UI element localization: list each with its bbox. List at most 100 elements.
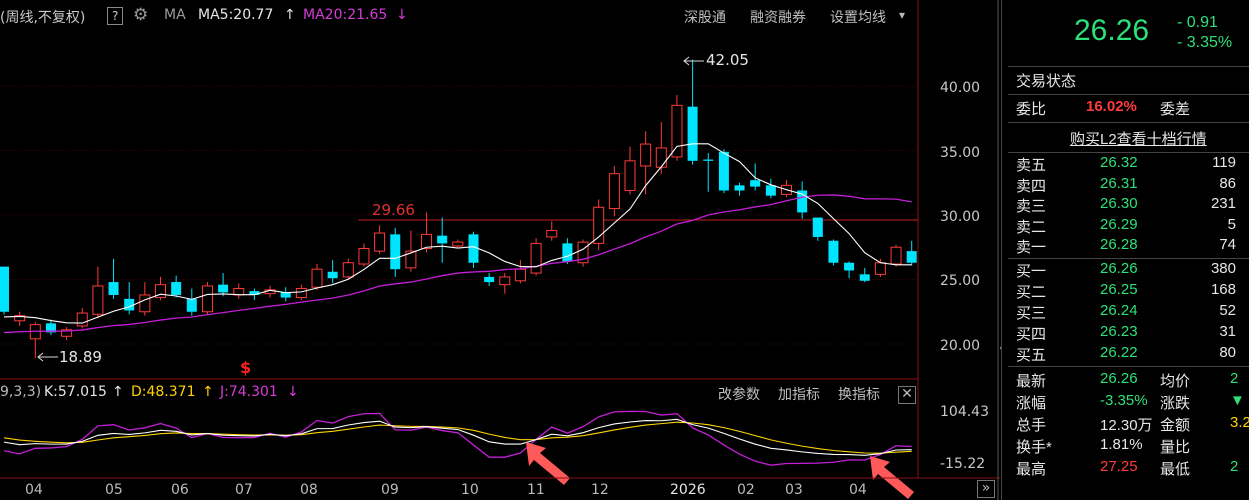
candle	[655, 147, 667, 168]
x-tick: 07	[235, 482, 253, 498]
low-annotation: 18.89	[59, 348, 102, 366]
ask-row-price[interactable]: 26.28	[1100, 236, 1138, 256]
bid-row-volume: 380	[1210, 260, 1236, 277]
stat-label: 总手	[1016, 417, 1047, 434]
bid-row-price[interactable]: 26.26	[1100, 260, 1138, 280]
candle	[108, 282, 119, 295]
scroll-right-icon[interactable]: »	[977, 480, 995, 498]
candle	[546, 229, 558, 238]
kdj-params[interactable]: 9,3,3)	[0, 384, 41, 400]
bid-row-price[interactable]: 26.23	[1100, 323, 1138, 343]
bid-row-price[interactable]: 26.22	[1100, 344, 1138, 364]
stat-value: 26.26	[1100, 370, 1138, 387]
stat-value: -3.35%	[1100, 392, 1148, 409]
weicha-label: 委差	[1160, 101, 1191, 118]
candle	[718, 151, 729, 191]
ask-row-label: 卖五	[1016, 157, 1047, 174]
chart-toolbar: (周线,不复权) ? ⚙ MA MA5:20.77 ↑ MA20:21.65 ↓…	[0, 0, 1000, 32]
bid-row-volume: 80	[1219, 344, 1236, 361]
kdj-j-line	[3, 410, 912, 466]
bid-row-price[interactable]: 26.24	[1100, 302, 1138, 322]
current-price: 26.26	[1074, 14, 1150, 47]
candle	[593, 206, 605, 244]
candle	[0, 266, 9, 312]
edit-params-button[interactable]: 改参数	[718, 384, 760, 404]
kdj-j-arrow-icon: ↓	[287, 384, 299, 400]
candle	[640, 143, 652, 167]
ask-row-label: 卖二	[1016, 218, 1047, 236]
kdj-k-arrow-icon: ↑	[112, 384, 124, 400]
switch-indicator-button[interactable]: 换指标	[838, 384, 880, 404]
ask-row-price[interactable]: 26.30	[1100, 195, 1138, 215]
low-arrow-icon	[37, 352, 58, 362]
ask-row-volume: 86	[1219, 174, 1236, 192]
ma-settings-link[interactable]: 设置均线	[830, 7, 886, 27]
dollar-marker-icon[interactable]: $	[240, 358, 251, 377]
stat-label: 最新	[1016, 373, 1047, 390]
candle	[186, 298, 197, 312]
ask-row-volume: 74	[1219, 236, 1236, 253]
candle	[812, 217, 823, 237]
candle	[201, 285, 213, 313]
chart-grid	[0, 85, 918, 345]
help-button[interactable]: ?	[107, 7, 124, 25]
period-label[interactable]: (周线,不复权)	[0, 7, 85, 27]
stat-label: 金额	[1160, 417, 1191, 434]
close-icon[interactable]: ✕	[898, 386, 916, 404]
candle	[499, 276, 511, 286]
candle	[687, 106, 698, 161]
candle	[92, 285, 104, 315]
candle	[608, 173, 620, 210]
ask-row-price[interactable]: 26.32	[1100, 154, 1138, 174]
x-tick: 12	[591, 482, 609, 498]
stat-label: 量比	[1160, 439, 1191, 456]
bid-row-label: 买五	[1016, 347, 1047, 364]
l2-upgrade-link[interactable]: 购买L2查看十档行情	[1070, 128, 1207, 148]
candle	[374, 232, 386, 252]
candles-group	[0, 59, 917, 359]
candle	[437, 235, 448, 244]
bid-row-label: 买二	[1016, 284, 1047, 301]
bid-row-price[interactable]: 26.25	[1100, 281, 1138, 301]
price-change: - 0.91	[1177, 14, 1218, 31]
candle	[295, 288, 307, 299]
quote-panel: 26.26 - 0.91 - 3.35% 交易状态 委比 16.02% 委差 购…	[1001, 0, 1249, 500]
chevron-down-icon[interactable]: ▾	[899, 8, 905, 22]
candle	[342, 262, 354, 278]
x-tick: 04	[25, 482, 43, 498]
candle	[624, 160, 636, 191]
gear-icon[interactable]: ⚙	[133, 5, 148, 25]
x-tick: 11	[527, 482, 545, 498]
y-tick: 35.00	[940, 145, 981, 161]
candle	[139, 294, 151, 313]
add-indicator-button[interactable]: 加指标	[778, 384, 820, 404]
ask-row-label: 卖四	[1016, 177, 1047, 195]
kline-chart-area[interactable]: (周线,不复权) ? ⚙ MA MA5:20.77 ↑ MA20:21.65 ↓…	[0, 0, 1000, 500]
hk-connect-link[interactable]: 深股通	[684, 7, 726, 27]
y-tick: 30.00	[940, 209, 981, 225]
bid-row-volume: 52	[1219, 302, 1236, 319]
stat-label: 最低	[1160, 461, 1191, 478]
candle	[358, 248, 370, 265]
kline-chart-canvas[interactable]	[0, 0, 1000, 500]
candle	[874, 262, 886, 275]
ma-label: MA	[164, 7, 186, 23]
ask-row-price[interactable]: 26.31	[1100, 175, 1138, 195]
candle	[311, 268, 323, 288]
candle	[76, 312, 88, 327]
ask-row-price[interactable]: 26.29	[1100, 216, 1138, 236]
candle	[452, 241, 464, 247]
kdj-j-value: J:74.301	[220, 384, 278, 400]
x-tick: 06	[171, 482, 189, 498]
candle	[734, 185, 745, 191]
kdj-k-line	[3, 418, 912, 456]
candle	[218, 284, 229, 293]
ask-row-label: 卖一	[1016, 239, 1047, 256]
margin-trading-link[interactable]: 融资融券	[750, 7, 806, 27]
trade-status-label: 交易状态	[1016, 73, 1077, 90]
candle	[530, 242, 542, 274]
weibi-label: 委比	[1016, 101, 1047, 118]
kdj-d-value: D:48.371	[131, 384, 196, 400]
ask-row-volume: 119	[1212, 154, 1236, 171]
high-annotation: 42.05	[706, 51, 749, 69]
